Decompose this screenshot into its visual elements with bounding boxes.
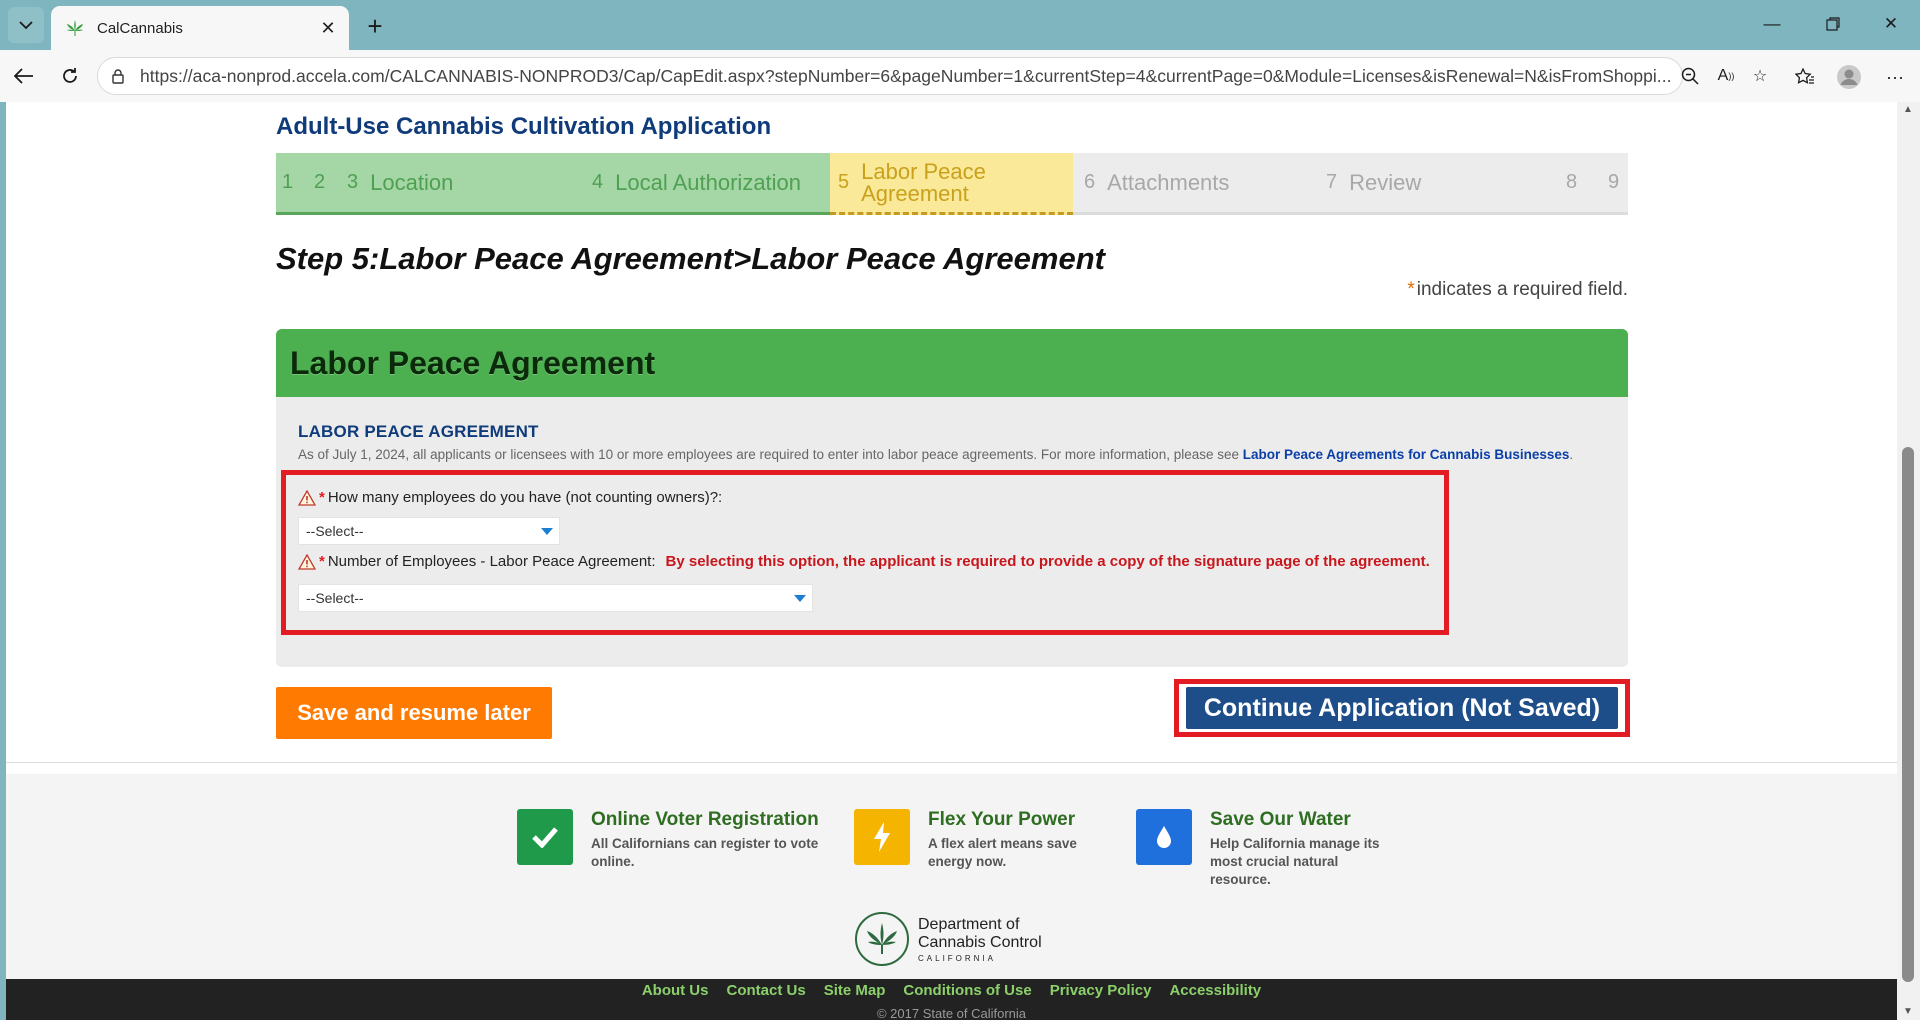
promo-title: Flex Your Power [928, 809, 1076, 830]
scroll-up-icon[interactable]: ▲ [1902, 104, 1914, 116]
step-progress-bar: 1 2 3 Location 4 Local Authorization 5 L… [276, 153, 1628, 215]
footer-link-about-us[interactable]: About Us [642, 982, 709, 999]
signature-page-notice: By selecting this option, the applicant … [665, 553, 1430, 570]
site-info-icon[interactable] [108, 68, 128, 84]
zoom-icon[interactable] [1676, 62, 1704, 90]
step-8[interactable]: 8 [1566, 153, 1589, 212]
panel-header: Labor Peace Agreement [276, 329, 1628, 397]
browser-tab[interactable]: CalCannabis ✕ [51, 6, 349, 50]
footer-link-privacy-policy[interactable]: Privacy Policy [1050, 982, 1152, 999]
labor-peace-agreements-link[interactable]: Labor Peace Agreements for Cannabis Busi… [1243, 447, 1570, 462]
restore-icon[interactable] [1810, 6, 1856, 42]
checkmark-icon [517, 809, 573, 865]
employees-count-label: * How many employees do you have (not co… [298, 489, 722, 506]
promo-title: Save Our Water [1210, 809, 1351, 830]
step-2[interactable]: 2 [314, 153, 337, 212]
cannabis-leaf-icon [67, 20, 83, 36]
close-window-icon[interactable]: ✕ [1868, 6, 1914, 42]
step-6-attachments[interactable]: 6 Attachments [1084, 153, 1229, 212]
step-3-location[interactable]: 3 Location [347, 153, 453, 212]
application-title: Adult-Use Cannabis Cultivation Applicati… [276, 113, 772, 140]
warning-icon [298, 489, 316, 506]
scroll-down-icon[interactable]: ▼ [1902, 1006, 1914, 1018]
panel-title: Labor Peace Agreement [290, 344, 656, 381]
labor-peace-employees-label: * Number of Employees - Labor Peace Agre… [298, 553, 1430, 570]
promo-description: Help California manage its most crucial … [1210, 836, 1380, 887]
new-tab-button[interactable]: + [359, 10, 391, 42]
step-5-labor-peace-agreement[interactable]: 5 Labor Peace Agreement [838, 153, 1058, 212]
promo-save-our-water[interactable]: Save Our Water Help California manage it… [1136, 809, 1380, 889]
read-aloud-icon[interactable]: A)) [1712, 62, 1740, 90]
promo-voter-registration[interactable]: Online Voter Registration All California… [517, 809, 819, 871]
dcc-emblem-icon [855, 912, 909, 966]
step-9[interactable]: 9 [1608, 153, 1631, 212]
more-menu-icon[interactable]: ··· [1880, 62, 1910, 92]
favorites-icon[interactable] [1790, 62, 1820, 92]
step-heading: Step 5:Labor Peace Agreement>Labor Peace… [276, 241, 1105, 276]
page-viewport: Adult-Use Cannabis Cultivation Applicati… [6, 102, 1897, 1020]
promo-description: A flex alert means save energy now. [928, 836, 1077, 869]
profile-avatar[interactable] [1834, 62, 1864, 92]
promo-flex-your-power[interactable]: Flex Your Power A flex alert means save … [854, 809, 1077, 871]
dropdown-arrow-icon [541, 528, 553, 535]
dcc-logo[interactable]: Department of Cannabis Control CALIFORNI… [854, 911, 1042, 967]
browser-titlebar: CalCannabis ✕ + — ✕ [0, 0, 1920, 50]
step-4-local-authorization[interactable]: 4 Local Authorization [592, 153, 822, 212]
step-1[interactable]: 1 [282, 153, 305, 212]
scrollbar-thumb[interactable] [1902, 447, 1914, 982]
employees-count-select[interactable]: --Select-- [298, 517, 560, 545]
chevron-down-icon [19, 20, 33, 29]
labor-peace-agreement-panel: Labor Peace Agreement LABOR PEACE AGREEM… [276, 329, 1628, 667]
page-scrollbar[interactable]: ▲ ▼ [1897, 102, 1920, 1020]
minimize-icon[interactable]: — [1749, 6, 1795, 42]
water-drop-icon [1136, 809, 1192, 865]
section-title: LABOR PEACE AGREEMENT [298, 422, 539, 441]
address-bar[interactable]: https://aca-nonprod.accela.com/CALCANNAB… [97, 57, 1683, 95]
promo-description: All Californians can register to vote on… [591, 836, 819, 869]
save-and-resume-later-button[interactable]: Save and resume later [276, 687, 552, 739]
continue-application-button[interactable]: Continue Application (Not Saved) [1186, 687, 1618, 729]
browser-toolbar: https://aca-nonprod.accela.com/CALCANNAB… [0, 50, 1920, 102]
tab-title: CalCannabis [97, 19, 183, 37]
copyright-text: © 2017 State of California [876, 1006, 1027, 1020]
required-field-note: * indicates a required field. [1407, 279, 1628, 300]
footer-link-site-map[interactable]: Site Map [824, 982, 886, 999]
footer-links: About Us Contact Us Site Map Conditions … [6, 982, 1897, 999]
warning-icon [298, 553, 316, 570]
step-7-review[interactable]: 7 Review [1326, 153, 1421, 212]
promo-title: Online Voter Registration [591, 809, 819, 830]
footer-link-conditions-of-use[interactable]: Conditions of Use [903, 982, 1031, 999]
close-tab-icon[interactable]: ✕ [317, 17, 339, 39]
favorite-star-icon[interactable]: ☆ [1746, 62, 1774, 90]
back-icon[interactable] [7, 59, 41, 93]
tab-list-button[interactable] [8, 7, 44, 43]
footer-divider [6, 762, 1897, 763]
footer-link-accessibility[interactable]: Accessibility [1169, 982, 1261, 999]
dropdown-arrow-icon [794, 595, 806, 602]
footer-link-contact-us[interactable]: Contact Us [727, 982, 806, 999]
url-text: https://aca-nonprod.accela.com/CALCANNAB… [140, 65, 1672, 86]
section-description: As of July 1, 2024, all applicants or li… [298, 447, 1574, 462]
labor-peace-employees-select[interactable]: --Select-- [298, 584, 813, 612]
lightning-icon [854, 809, 910, 865]
refresh-icon[interactable] [53, 59, 87, 93]
